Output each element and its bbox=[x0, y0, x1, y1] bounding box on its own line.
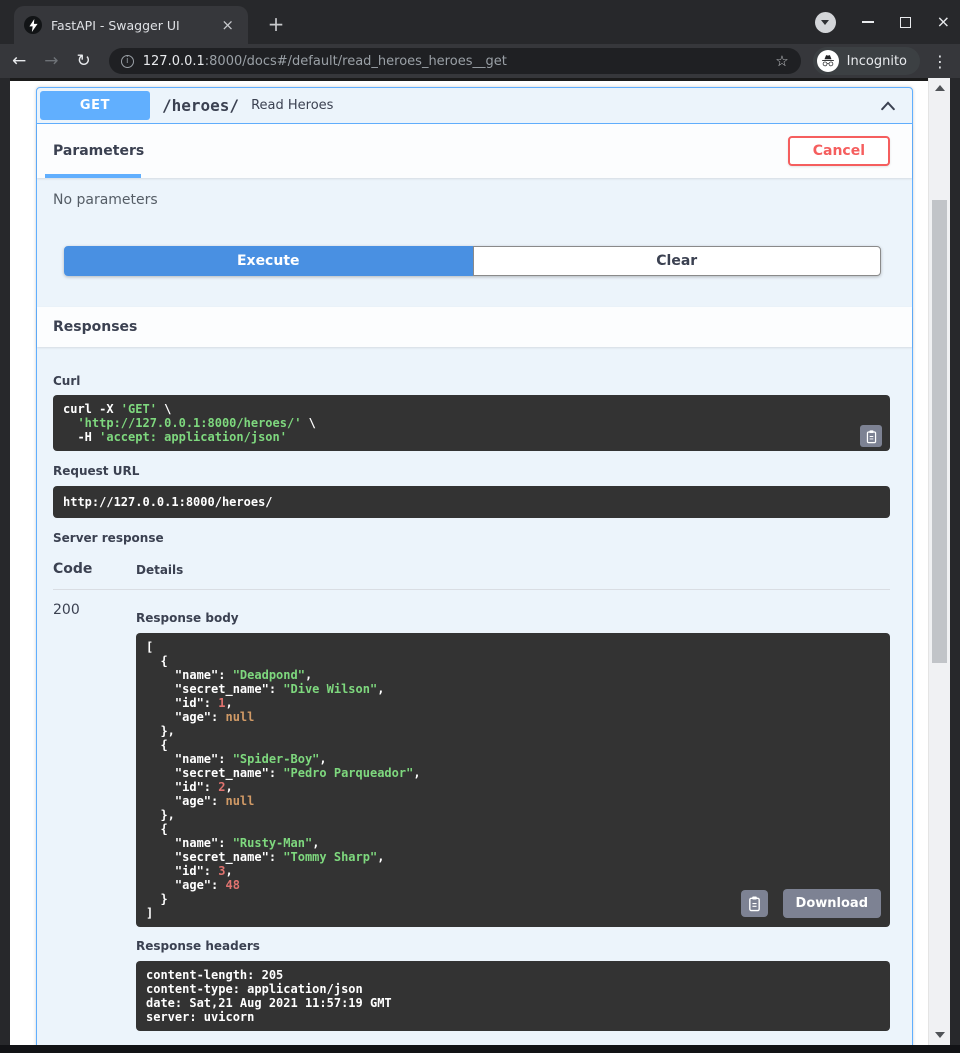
address-bar[interactable]: i 127.0.0.1:8000/docs#/default/read_hero… bbox=[109, 48, 801, 74]
maximize-icon bbox=[900, 17, 911, 28]
response-row-200: 200 Response body [ { "name": "Deadpond"… bbox=[53, 602, 890, 1031]
active-tab-underline bbox=[45, 174, 141, 178]
status-code: 200 bbox=[53, 602, 136, 1031]
collapse-chevron-icon[interactable] bbox=[879, 97, 897, 115]
server-response-label: Server response bbox=[53, 531, 890, 545]
cancel-button[interactable]: Cancel bbox=[788, 136, 890, 166]
scroll-down-arrow[interactable] bbox=[935, 1032, 945, 1038]
response-body-actions: Download bbox=[741, 889, 881, 918]
window-controls: × bbox=[815, 0, 950, 44]
browser-titlebar: FastAPI - Swagger UI × + × bbox=[0, 0, 960, 44]
url-path: :8000/docs#/default/read_heroes_heroes__… bbox=[205, 54, 507, 69]
copy-curl-button[interactable] bbox=[860, 425, 882, 447]
curl-block: curl -X 'GET' \ 'http://127.0.0.1:8000/h… bbox=[53, 395, 890, 451]
scroll-up-arrow[interactable] bbox=[935, 85, 945, 91]
new-tab-button[interactable]: + bbox=[262, 10, 290, 38]
response-headers-label: Response headers bbox=[136, 939, 890, 953]
caret-down-icon bbox=[821, 20, 829, 25]
opblock-get-heroes: GET /heroes/ Read Heroes Parameters Canc… bbox=[36, 87, 913, 1045]
minimize-button[interactable] bbox=[862, 21, 874, 23]
curl-label: Curl bbox=[53, 374, 890, 388]
execute-button[interactable]: Execute bbox=[64, 246, 473, 276]
download-button[interactable]: Download bbox=[783, 889, 881, 918]
page-scrollbar[interactable] bbox=[928, 78, 950, 1045]
browser-viewport: GET /heroes/ Read Heroes Parameters Canc… bbox=[10, 78, 950, 1045]
page-info-icon[interactable]: i bbox=[121, 55, 134, 68]
server-response-table: Code Details 200 Response body [ { "name… bbox=[53, 561, 890, 1031]
http-method-badge: GET bbox=[40, 91, 150, 120]
scrollbar-thumb[interactable] bbox=[932, 200, 947, 663]
response-body-label: Response body bbox=[136, 611, 890, 625]
window-bottom-edge bbox=[0, 1045, 960, 1053]
execute-button-group: Execute Clear bbox=[64, 246, 881, 276]
maximize-button[interactable] bbox=[900, 17, 911, 28]
tab-title: FastAPI - Swagger UI bbox=[51, 18, 217, 33]
window-close-button[interactable]: × bbox=[937, 14, 950, 30]
swagger-page: GET /heroes/ Read Heroes Parameters Canc… bbox=[10, 78, 928, 1045]
fastapi-favicon-icon bbox=[24, 16, 42, 34]
incognito-badge: Incognito bbox=[813, 47, 920, 75]
details-column-header: Details bbox=[136, 563, 183, 577]
responses-area: Curl curl -X 'GET' \ 'http://127.0.0.1:8… bbox=[37, 374, 912, 1045]
no-parameters-text: No parameters bbox=[37, 178, 912, 208]
copy-response-button[interactable] bbox=[741, 890, 768, 917]
parameters-title: Parameters bbox=[53, 143, 144, 159]
incognito-icon bbox=[817, 50, 839, 72]
incognito-label: Incognito bbox=[847, 54, 907, 69]
curl-command: curl -X 'GET' \ 'http://127.0.0.1:8000/h… bbox=[63, 402, 880, 444]
reload-button[interactable]: ↻ bbox=[77, 53, 91, 70]
url-text: 127.0.0.1:8000/docs#/default/read_heroes… bbox=[143, 54, 767, 69]
response-headers-block: content-length: 205 content-type: applic… bbox=[136, 961, 890, 1031]
response-headers: content-length: 205 content-type: applic… bbox=[146, 968, 880, 1024]
parameters-header: Parameters Cancel bbox=[37, 124, 912, 178]
browser-tab[interactable]: FastAPI - Swagger UI × bbox=[14, 6, 248, 44]
endpoint-description: Read Heroes bbox=[251, 98, 333, 113]
responses-title: Responses bbox=[53, 319, 137, 335]
url-host: 127.0.0.1 bbox=[143, 54, 205, 69]
browser-toolbar: ← → ↻ i 127.0.0.1:8000/docs#/default/rea… bbox=[0, 44, 960, 78]
forward-button[interactable]: → bbox=[44, 53, 58, 70]
clear-button[interactable]: Clear bbox=[473, 246, 882, 276]
responses-header: Responses bbox=[37, 307, 912, 347]
bookmark-star-icon[interactable]: ☆ bbox=[775, 52, 788, 70]
request-url-label: Request URL bbox=[53, 464, 890, 478]
tab-close-icon[interactable]: × bbox=[217, 16, 238, 34]
response-body-block: [ { "name": "Deadpond", "secret_name": "… bbox=[136, 633, 890, 927]
request-url-block: http://127.0.0.1:8000/heroes/ bbox=[53, 486, 890, 518]
back-button[interactable]: ← bbox=[12, 53, 26, 70]
tab-search-button[interactable] bbox=[815, 12, 836, 33]
response-table-header: Code Details bbox=[53, 561, 890, 590]
browser-menu-button[interactable]: ⋮ bbox=[932, 52, 948, 71]
response-body-json: [ { "name": "Deadpond", "secret_name": "… bbox=[146, 640, 880, 920]
code-column-header: Code bbox=[53, 561, 136, 577]
minimize-icon bbox=[862, 21, 874, 23]
request-url-value: http://127.0.0.1:8000/heroes/ bbox=[63, 495, 880, 509]
endpoint-summary[interactable]: GET /heroes/ Read Heroes bbox=[37, 88, 912, 124]
endpoint-path: /heroes/ bbox=[162, 96, 239, 115]
